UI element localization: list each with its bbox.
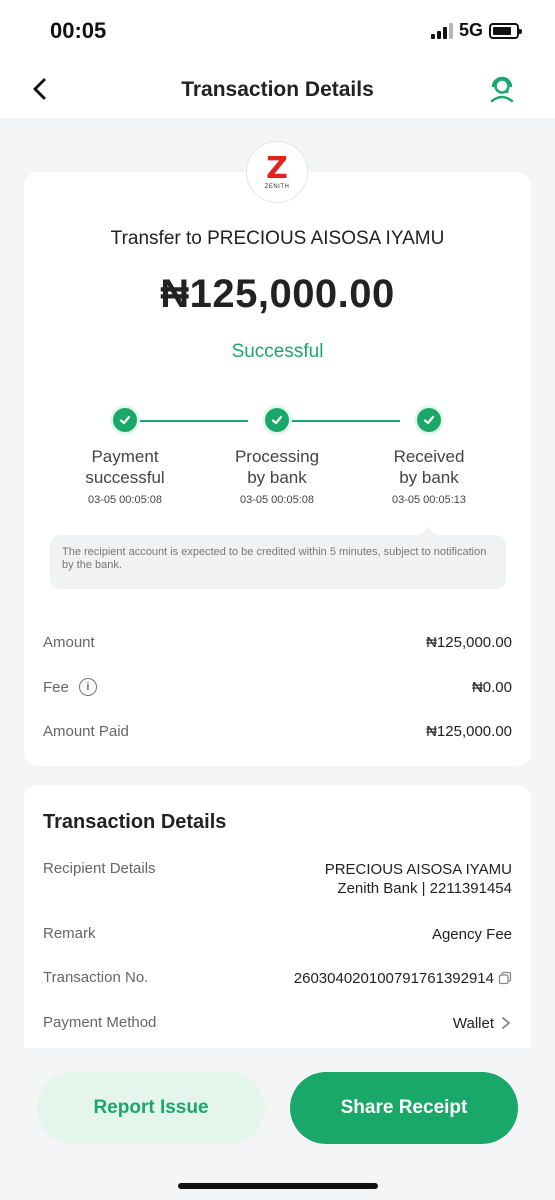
fee-label: Fee xyxy=(43,678,69,696)
share-receipt-button[interactable]: Share Receipt xyxy=(290,1072,518,1144)
details-heading: Transaction Details xyxy=(43,811,227,833)
recipient-label: Recipient Details xyxy=(43,860,156,877)
remark-row: Remark Agency Fee xyxy=(43,925,512,944)
step-label: Processing by bank xyxy=(234,447,320,487)
step-time: 03-05 00:05:08 xyxy=(239,494,314,506)
payment-method-label: Payment Method xyxy=(43,1014,157,1031)
transfer-status: Successful xyxy=(231,341,324,362)
fee-label-group: Fee i xyxy=(43,678,97,696)
network-type: 5G xyxy=(458,20,483,40)
info-icon[interactable]: i xyxy=(78,678,97,696)
recipient-row: Recipient Details PRECIOUS AISOSA IYAMU … xyxy=(43,860,512,898)
credit-notice: The recipient account is expected to be … xyxy=(50,535,506,589)
signal-icon xyxy=(430,22,453,39)
transaction-summary-card: Transfer to PRECIOUS AISOSA IYAMU ₦125,0… xyxy=(24,172,531,766)
bank-logo-text: ZENITH xyxy=(264,184,290,190)
step-time: 03-05 00:05:13 xyxy=(391,494,466,506)
support-button[interactable] xyxy=(487,74,517,104)
amount-paid-label: Amount Paid xyxy=(43,722,129,740)
recipient-value: PRECIOUS AISOSA IYAMU Zenith Bank | 2211… xyxy=(325,860,512,898)
progress-step-received: Received by bank 03-05 00:05:13 xyxy=(354,408,504,506)
step-label: Payment successful xyxy=(85,447,165,487)
transaction-number-label: Transaction No. xyxy=(43,969,149,986)
progress-step-payment: Payment successful 03-05 00:05:08 xyxy=(50,408,200,506)
amount-paid-value: ₦125,000.00 xyxy=(426,722,512,740)
check-icon xyxy=(417,408,441,432)
home-indicator[interactable] xyxy=(178,1183,378,1189)
amount-paid-row: Amount Paid ₦125,000.00 xyxy=(43,719,512,743)
check-icon xyxy=(113,408,137,432)
bank-logo-mark: Z xyxy=(266,151,288,186)
recipient-name: PRECIOUS AISOSA IYAMU xyxy=(324,861,512,878)
amount-value: ₦125,000.00 xyxy=(426,633,512,651)
remark-label: Remark xyxy=(43,925,96,942)
bank-logo: Z ZENITH xyxy=(246,141,308,203)
recipient-bank: Zenith Bank | 2211391454 xyxy=(337,880,512,897)
check-icon xyxy=(265,408,289,432)
transaction-details-card: Transaction Details Recipient Details PR… xyxy=(24,785,531,1048)
headset-support-icon xyxy=(490,76,514,103)
transaction-number-row: Transaction No. 260304020100791761392914 xyxy=(43,969,512,988)
remark-value: Agency Fee xyxy=(431,926,512,943)
step-time: 03-05 00:05:08 xyxy=(87,494,162,506)
fee-value: ₦0.00 xyxy=(471,678,512,696)
payment-method-value: Wallet xyxy=(452,1015,494,1032)
progress-step-processing: Processing by bank 03-05 00:05:08 xyxy=(202,408,352,506)
payment-method-value-group: Wallet xyxy=(453,1014,512,1033)
copy-icon[interactable] xyxy=(498,971,512,985)
status-time: 00:05 xyxy=(50,18,107,43)
amount-row: Amount ₦125,000.00 xyxy=(43,630,512,654)
report-issue-button[interactable]: Report Issue xyxy=(37,1072,265,1144)
battery-icon xyxy=(489,22,522,39)
payment-method-row[interactable]: Payment Method Wallet xyxy=(43,1014,512,1033)
nav-bar: Transaction Details xyxy=(0,64,555,118)
progress-tracker: Payment successful 03-05 00:05:08 Process… xyxy=(24,408,531,518)
transaction-number-value-group: 260304020100791761392914 xyxy=(294,969,512,988)
transfer-amount: ₦125,000.00 xyxy=(160,272,395,316)
transaction-number-value: 260304020100791761392914 xyxy=(293,970,494,987)
amount-label: Amount xyxy=(43,633,95,651)
status-icons: 5G xyxy=(430,20,522,41)
status-bar: 00:05 5G xyxy=(0,0,555,64)
fee-row: Fee i ₦0.00 xyxy=(43,675,512,699)
transfer-title: Transfer to PRECIOUS AISOSA IYAMU xyxy=(110,228,445,249)
page-title: Transaction Details xyxy=(181,78,374,101)
step-label: Received by bank xyxy=(393,447,465,487)
chevron-right-icon xyxy=(502,1017,510,1029)
